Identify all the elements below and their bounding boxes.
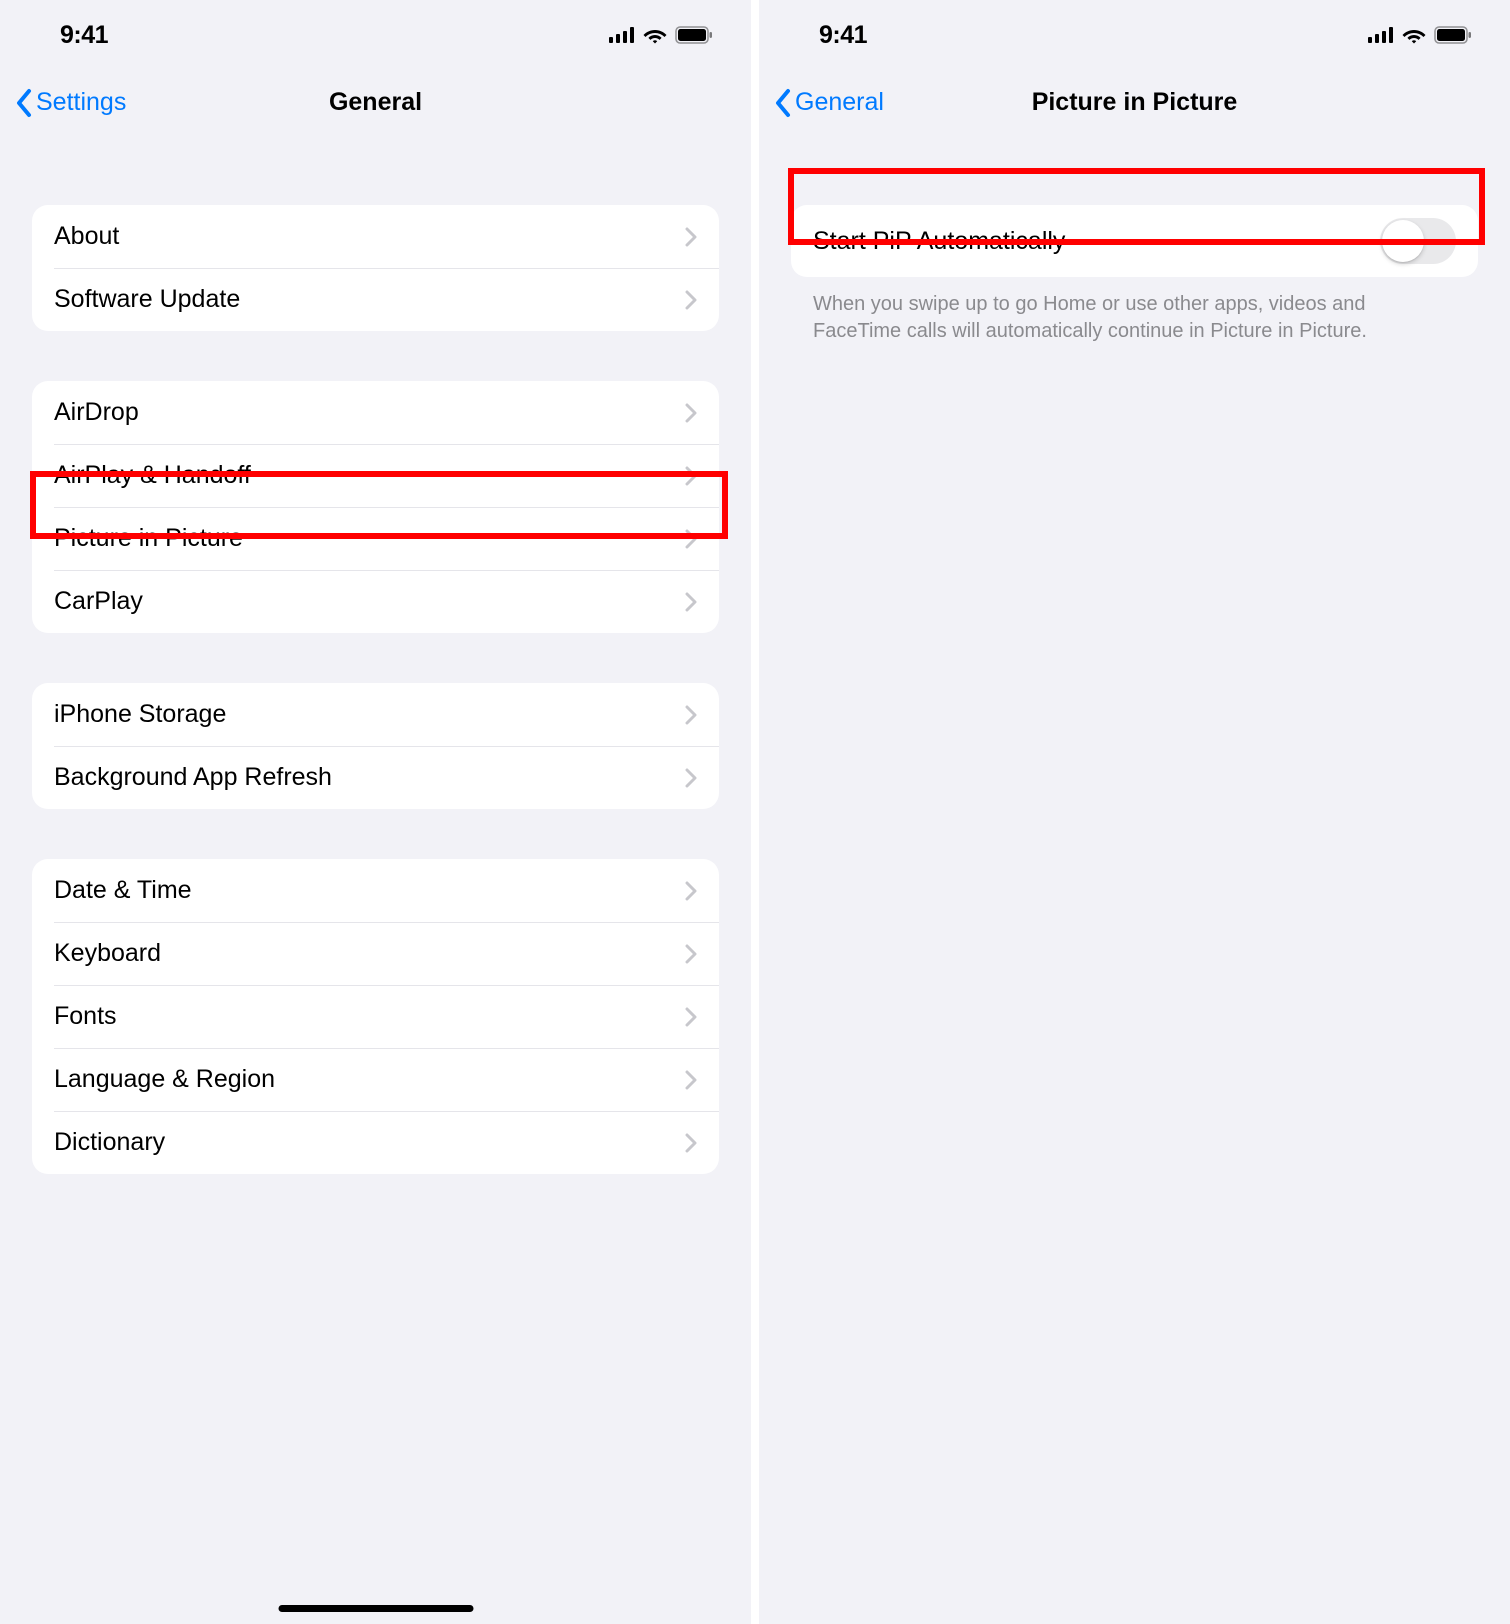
row-label: Date & Time: [54, 876, 192, 905]
row-airdrop[interactable]: AirDrop: [32, 381, 719, 444]
chevron-right-icon: [685, 1070, 697, 1090]
phone-pip-screen: 9:41 General Picture in Picture Start Pi…: [755, 0, 1510, 1624]
settings-group-4: Date & Time Keyboard Fonts Language & Re…: [32, 859, 719, 1174]
status-bar: 9:41: [0, 0, 751, 70]
cellular-signal-icon: [609, 27, 635, 43]
back-button[interactable]: Settings: [14, 88, 126, 118]
chevron-left-icon: [14, 88, 34, 118]
page-title: Picture in Picture: [1032, 88, 1238, 117]
chevron-right-icon: [685, 466, 697, 486]
row-label: AirPlay & Handoff: [54, 461, 251, 490]
back-label: Settings: [36, 88, 126, 117]
settings-group-3: iPhone Storage Background App Refresh: [32, 683, 719, 809]
chevron-right-icon: [685, 881, 697, 901]
row-iphone-storage[interactable]: iPhone Storage: [32, 683, 719, 746]
content-area: About Software Update AirDrop AirPlay & …: [0, 135, 751, 1174]
row-label: Software Update: [54, 285, 240, 314]
back-label: General: [795, 88, 884, 117]
status-icons: [609, 26, 721, 44]
row-software-update[interactable]: Software Update: [32, 268, 719, 331]
pip-group: Start PiP Automatically: [791, 205, 1478, 277]
footer-text: When you swipe up to go Home or use othe…: [791, 277, 1478, 345]
toggle-knob: [1382, 220, 1424, 262]
settings-group-2: AirDrop AirPlay & Handoff Picture in Pic…: [32, 381, 719, 633]
chevron-right-icon: [685, 768, 697, 788]
cellular-signal-icon: [1368, 27, 1394, 43]
status-bar: 9:41: [759, 0, 1510, 70]
status-icons: [1368, 26, 1480, 44]
battery-icon: [1434, 26, 1472, 44]
wifi-icon: [1402, 27, 1426, 44]
row-label: Picture in Picture: [54, 524, 243, 553]
chevron-right-icon: [685, 705, 697, 725]
chevron-right-icon: [685, 290, 697, 310]
row-picture-in-picture[interactable]: Picture in Picture: [32, 507, 719, 570]
row-label: Dictionary: [54, 1128, 165, 1157]
row-label: Keyboard: [54, 939, 161, 968]
chevron-right-icon: [685, 403, 697, 423]
row-label: Background App Refresh: [54, 763, 332, 792]
row-dictionary[interactable]: Dictionary: [32, 1111, 719, 1174]
row-about[interactable]: About: [32, 205, 719, 268]
settings-group-1: About Software Update: [32, 205, 719, 331]
chevron-right-icon: [685, 1133, 697, 1153]
row-keyboard[interactable]: Keyboard: [32, 922, 719, 985]
battery-icon: [675, 26, 713, 44]
status-time: 9:41: [819, 21, 867, 50]
toggle-start-pip[interactable]: [1380, 218, 1456, 264]
content-area: Start PiP Automatically When you swipe u…: [759, 135, 1510, 345]
nav-bar: General Picture in Picture: [759, 70, 1510, 135]
chevron-right-icon: [685, 944, 697, 964]
chevron-right-icon: [685, 227, 697, 247]
row-background-app-refresh[interactable]: Background App Refresh: [32, 746, 719, 809]
phone-general-screen: 9:41 Settings General About Software Upd…: [0, 0, 755, 1624]
chevron-right-icon: [685, 1007, 697, 1027]
row-label: iPhone Storage: [54, 700, 226, 729]
back-button[interactable]: General: [773, 88, 884, 118]
chevron-left-icon: [773, 88, 793, 118]
chevron-right-icon: [685, 529, 697, 549]
wifi-icon: [643, 27, 667, 44]
row-label: About: [54, 222, 119, 251]
home-indicator[interactable]: [278, 1605, 473, 1612]
row-label: Fonts: [54, 1002, 117, 1031]
row-date-time[interactable]: Date & Time: [32, 859, 719, 922]
row-label: AirDrop: [54, 398, 139, 427]
row-label: Start PiP Automatically: [813, 227, 1065, 256]
row-fonts[interactable]: Fonts: [32, 985, 719, 1048]
chevron-right-icon: [685, 592, 697, 612]
row-carplay[interactable]: CarPlay: [32, 570, 719, 633]
row-airplay-handoff[interactable]: AirPlay & Handoff: [32, 444, 719, 507]
nav-bar: Settings General: [0, 70, 751, 135]
row-language-region[interactable]: Language & Region: [32, 1048, 719, 1111]
page-title: General: [329, 88, 422, 117]
row-label: CarPlay: [54, 587, 143, 616]
row-start-pip-auto: Start PiP Automatically: [791, 205, 1478, 277]
status-time: 9:41: [60, 21, 108, 50]
row-label: Language & Region: [54, 1065, 275, 1094]
